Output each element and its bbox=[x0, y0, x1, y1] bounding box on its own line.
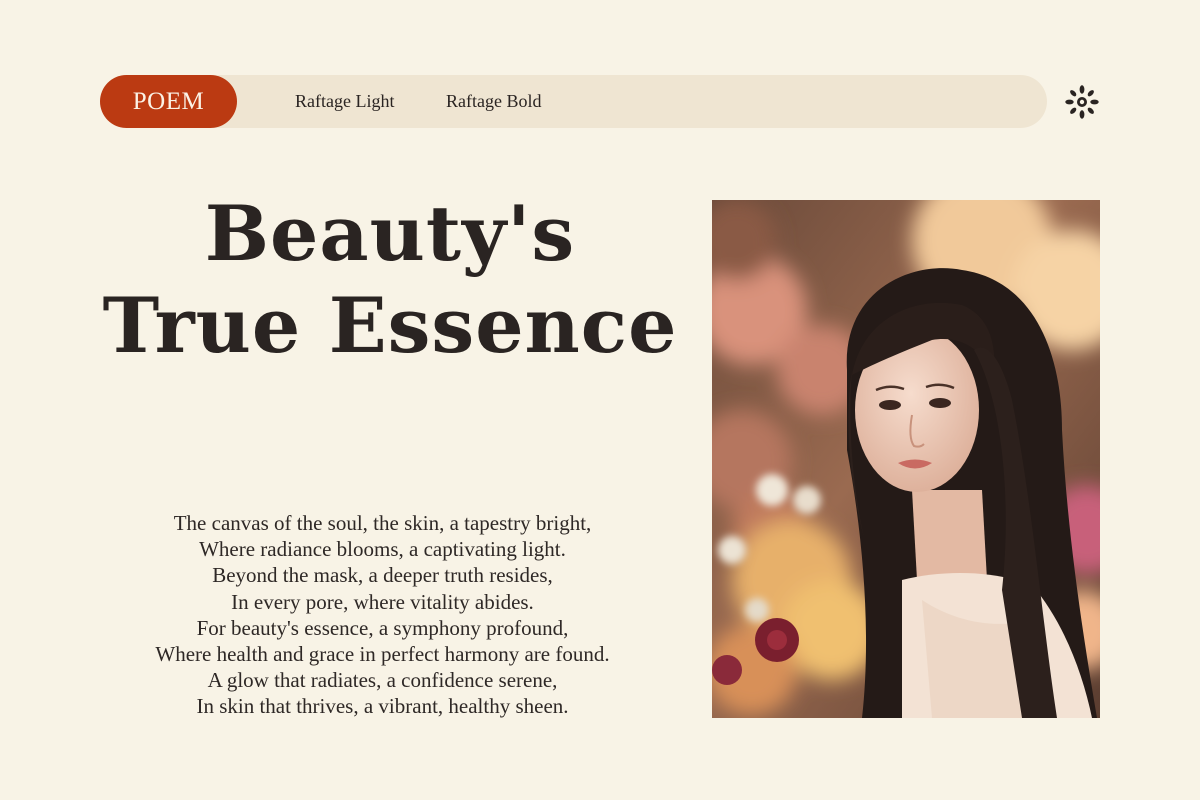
poem-line: Beyond the mask, a deeper truth resides, bbox=[212, 563, 553, 588]
title-line-1: Beauty's bbox=[204, 189, 576, 278]
poem-line: For beauty's essence, a symphony profoun… bbox=[196, 615, 569, 640]
poem-text: The canvas of the soul, the skin, a tape… bbox=[60, 510, 705, 720]
poem-line: A glow that radiates, a confidence seren… bbox=[207, 668, 558, 693]
poem-line: In every pore, where vitality abides. bbox=[231, 589, 534, 614]
poem-line: Where radiance blooms, a captivating lig… bbox=[199, 537, 566, 562]
top-navigation-bar: POEM Raftage Light Raftage Bold bbox=[100, 75, 1047, 128]
portrait-photo bbox=[712, 200, 1100, 718]
title-line-2: True Essence bbox=[102, 281, 678, 370]
nav-link-raftage-bold[interactable]: Raftage Bold bbox=[446, 75, 541, 128]
nav-link-raftage-light[interactable]: Raftage Light bbox=[295, 75, 394, 128]
poem-line: Where health and grace in perfect harmon… bbox=[155, 642, 610, 667]
nav-active-tab-poem[interactable]: POEM bbox=[100, 75, 237, 128]
page-title: Beauty's True Essence bbox=[60, 188, 720, 372]
sun-flower-icon[interactable] bbox=[1064, 84, 1100, 120]
poem-line: In skin that thrives, a vibrant, healthy… bbox=[196, 694, 569, 719]
poem-line: The canvas of the soul, the skin, a tape… bbox=[173, 511, 592, 535]
